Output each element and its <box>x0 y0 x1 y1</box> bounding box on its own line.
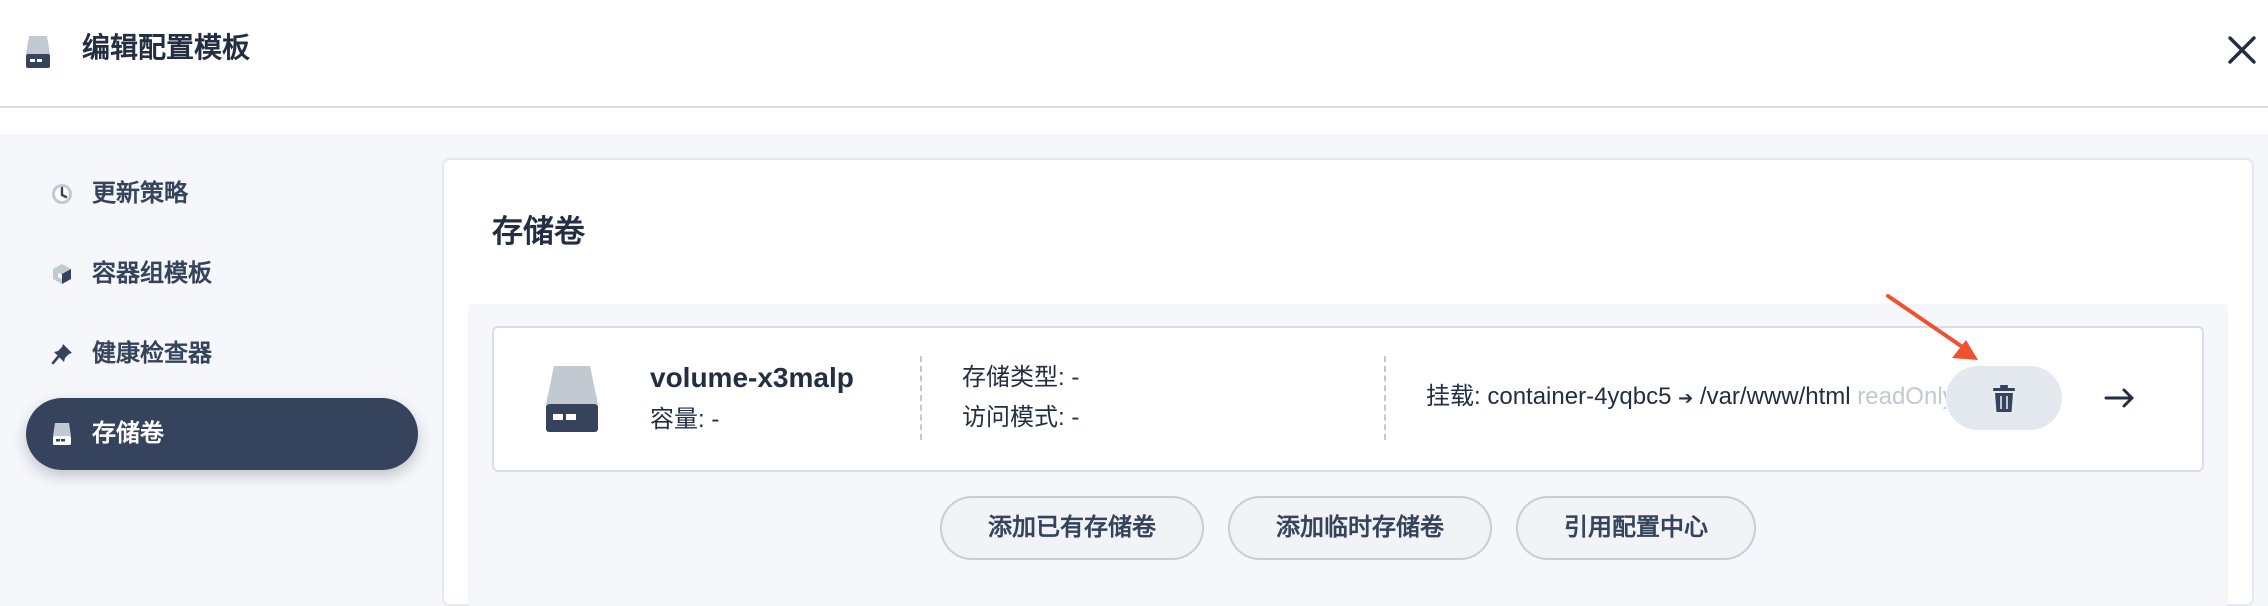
mount-path: /var/www/html <box>1699 383 1851 410</box>
reference-config-center-button[interactable]: 引用配置中心 <box>1516 496 1756 560</box>
close-icon[interactable] <box>2224 32 2260 68</box>
add-temp-volume-button[interactable]: 添加临时存储卷 <box>1228 496 1492 560</box>
mount-mode: readOnly <box>1857 383 1946 410</box>
update-strategy-icon <box>52 184 72 204</box>
sidebar-item-volumes[interactable]: 存储卷 <box>26 398 418 470</box>
mount-line: 挂载: container-4yqbc5 ➔ /var/www/html rea… <box>1426 379 1946 416</box>
arrow-right-icon[interactable] <box>2104 384 2136 412</box>
access-mode-label: 访问模式: <box>962 404 1065 431</box>
add-existing-volume-button[interactable]: 添加已有存储卷 <box>940 496 1204 560</box>
dialog-header: 编辑配置模板 <box>0 0 2268 108</box>
sidebar-item-label: 更新策略 <box>92 180 188 207</box>
delete-volume-button[interactable] <box>1946 366 2062 430</box>
mount-container: container-4yqbc5 <box>1487 383 1672 410</box>
volume-capacity: 容量: - <box>650 402 719 438</box>
pin-icon <box>51 344 72 365</box>
access-mode: 访问模式: - <box>962 400 1079 436</box>
storage-type: 存储类型: - <box>962 360 1079 396</box>
capacity-label: 容量: <box>650 406 705 433</box>
disk-icon <box>53 423 71 445</box>
capacity-value: - <box>711 406 720 433</box>
annotation-arrow-icon <box>1886 294 1978 360</box>
trash-icon <box>1993 385 2015 412</box>
volume-name: volume-x3malp <box>650 362 854 393</box>
pod-template-icon <box>53 264 71 284</box>
section-title: 存储卷 <box>492 214 585 249</box>
divider <box>920 356 922 440</box>
sidebar-item-pod-template[interactable]: 容器组模板 <box>26 238 418 310</box>
sidebar-item-label: 容器组模板 <box>92 260 212 287</box>
sidebar-item-label: 健康检查器 <box>92 340 212 367</box>
access-mode-value: - <box>1071 404 1080 431</box>
sidebar-item-update-strategy[interactable]: 更新策略 <box>26 158 418 230</box>
disk-icon <box>26 36 50 68</box>
dialog-title: 编辑配置模板 <box>82 32 251 63</box>
sidebar-item-label: 存储卷 <box>92 420 164 447</box>
mount-label: 挂载: <box>1426 383 1481 410</box>
sidebar-item-health-checker[interactable]: 健康检查器 <box>26 318 418 390</box>
sidebar-nav: 更新策略 容器组模板 健康检查器 存储卷 <box>26 158 418 478</box>
arrow-icon: ➔ <box>1678 388 1694 408</box>
mount-info: 挂载: container-4yqbc5 ➔ /var/www/html rea… <box>1426 370 1946 424</box>
storage-type-value: - <box>1071 364 1080 391</box>
disk-icon <box>546 366 598 432</box>
divider <box>1384 356 1386 440</box>
storage-type-label: 存储类型: <box>962 364 1065 391</box>
